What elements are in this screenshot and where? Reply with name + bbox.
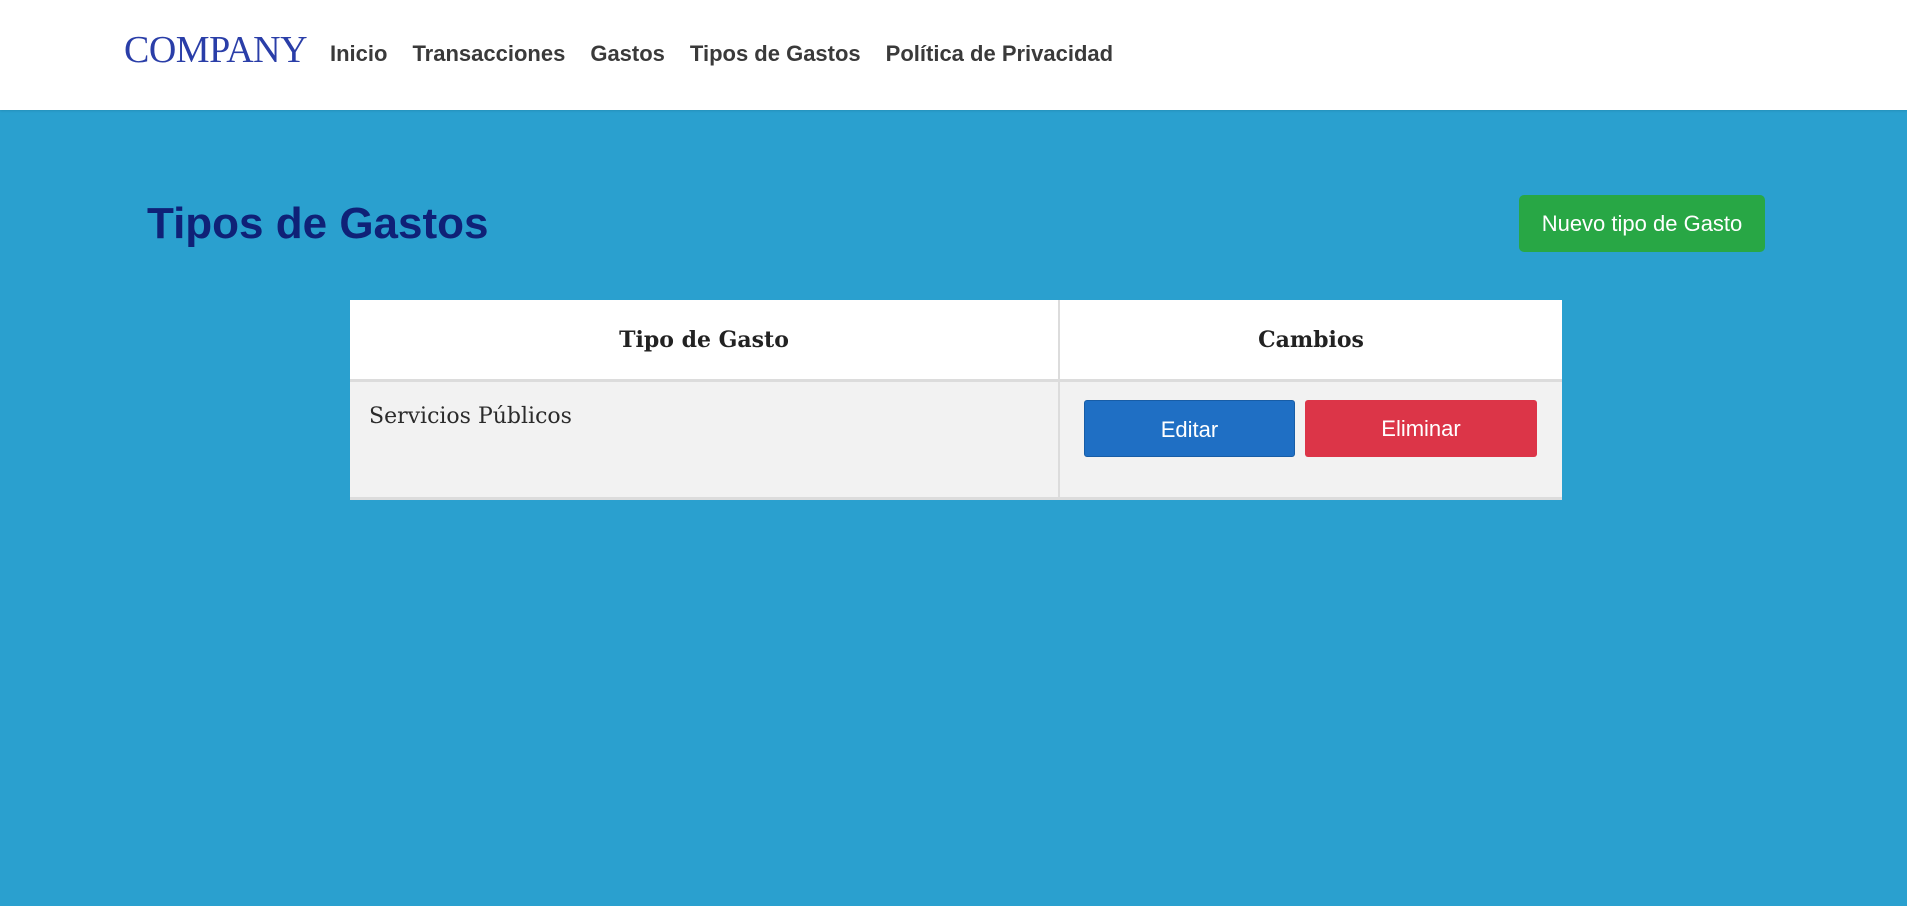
nav-links: Inicio Transacciones Gastos Tipos de Gas… [330, 38, 1113, 70]
nav-link-transacciones[interactable]: Transacciones [412, 38, 565, 70]
nav-link-gastos[interactable]: Gastos [590, 38, 665, 70]
brand-logo[interactable]: COMPANY [124, 26, 308, 74]
edit-button[interactable]: Editar [1084, 400, 1295, 457]
nav-link-inicio[interactable]: Inicio [330, 38, 387, 70]
table-header-row: Tipo de Gasto Cambios [350, 300, 1562, 382]
new-expense-type-button[interactable]: Nuevo tipo de Gasto [1519, 195, 1765, 252]
actions-cell: Editar Eliminar [1059, 380, 1562, 500]
header-cambios: Cambios [1059, 300, 1562, 382]
navbar: COMPANY Inicio Transacciones Gastos Tipo… [0, 0, 1907, 110]
expense-type-cell: Servicios Públicos [350, 380, 1060, 500]
page-title: Tipos de Gastos [147, 199, 489, 248]
expense-types-table: Tipo de Gasto Cambios Servicios Públicos… [350, 300, 1562, 500]
nav-link-politica-privacidad[interactable]: Política de Privacidad [886, 38, 1113, 70]
table-row: Servicios Públicos Editar Eliminar [350, 380, 1562, 500]
header-tipo-de-gasto: Tipo de Gasto [350, 300, 1060, 382]
nav-link-tipos-de-gastos[interactable]: Tipos de Gastos [690, 38, 861, 70]
delete-button[interactable]: Eliminar [1305, 400, 1537, 457]
